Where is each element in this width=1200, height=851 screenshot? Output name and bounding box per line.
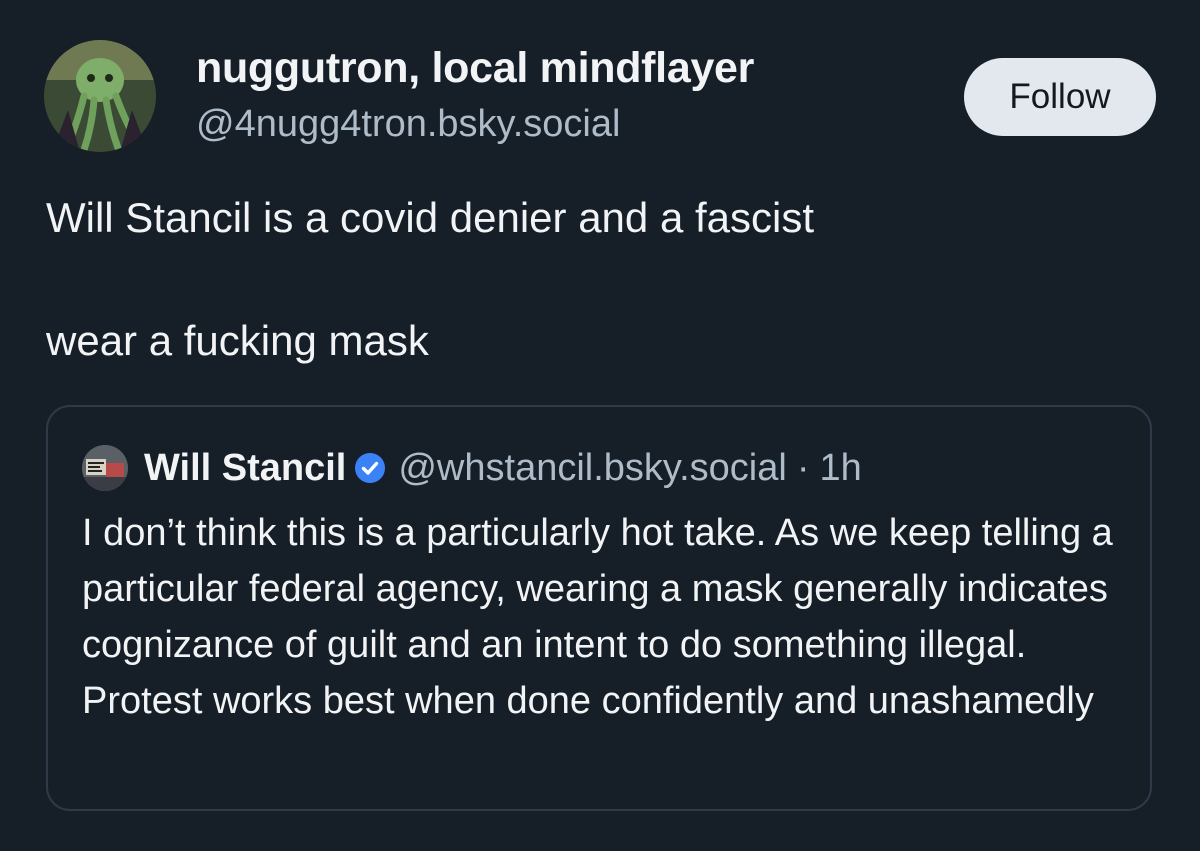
- quoted-author-handle[interactable]: @whstancil.bsky.social: [398, 447, 786, 490]
- author-handle[interactable]: @4nugg4tron.bsky.social: [196, 103, 620, 146]
- quoted-author-name[interactable]: Will Stancil: [144, 447, 346, 490]
- post-paragraph: wear a fucking mask: [46, 317, 429, 364]
- author-avatar[interactable]: [44, 40, 156, 152]
- post-paragraph: Will Stancil is a covid denier and a fas…: [46, 194, 814, 241]
- verified-check-icon: [355, 453, 386, 483]
- quoted-post-header: Will Stancil @whstancil.bsky.social · 1h: [82, 445, 862, 491]
- quoted-post-timestamp[interactable]: 1h: [819, 447, 861, 490]
- quoted-author-avatar[interactable]: [82, 445, 128, 491]
- mindflayer-avatar-icon: [44, 40, 156, 152]
- quoted-post-card[interactable]: Will Stancil @whstancil.bsky.social · 1h…: [46, 405, 1152, 811]
- follow-button[interactable]: Follow: [964, 58, 1156, 136]
- author-display-name[interactable]: nuggutron, local mindflayer: [196, 44, 754, 93]
- post-text: Will Stancil is a covid denier and a fas…: [46, 194, 814, 365]
- protest-photo-avatar-icon: [82, 445, 128, 491]
- header-separator: ·: [796, 446, 810, 489]
- quoted-post-text: I don’t think this is a particularly hot…: [82, 512, 1113, 722]
